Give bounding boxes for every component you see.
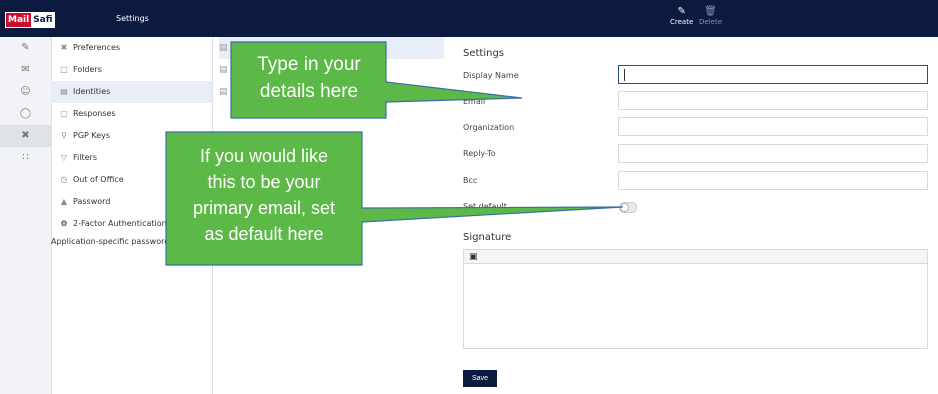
callout-line: this to be your [207,172,321,192]
callout-line: If you would like [199,146,329,166]
callout-set-default-text: If you would like this to be your primar… [168,143,360,247]
callout-line: as default here [204,224,324,244]
callout-line: details here [259,81,359,102]
callout-line: primary email, set [192,198,336,218]
callout-type-details-text: Type in your details here [236,51,382,105]
callout-layer [165,41,624,266]
callout-line: Type in your [257,54,361,75]
